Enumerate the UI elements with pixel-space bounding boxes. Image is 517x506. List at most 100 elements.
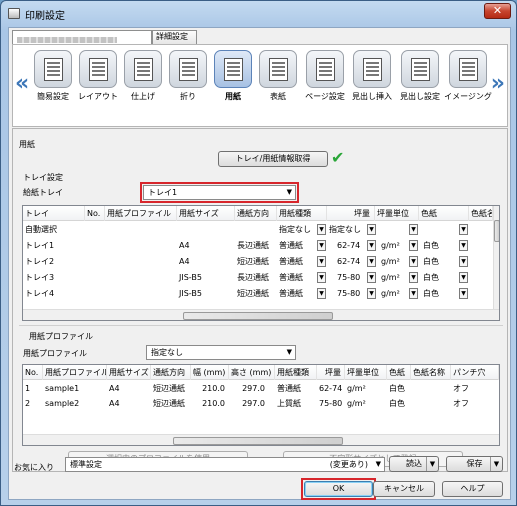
column-header[interactable]: No. [23, 365, 43, 380]
tab-detail-settings[interactable]: 詳細設定 [152, 30, 197, 44]
save-button[interactable]: 保存 ▼ [446, 456, 503, 472]
column-header[interactable]: 高さ (mm) [229, 365, 275, 380]
dropdown-icon[interactable]: ▼ [367, 240, 376, 251]
table-row[interactable]: 自動選択 指定なし ▼ 指定なし ▼ ▼ ▼ [23, 222, 493, 237]
column-header[interactable]: 色紙名 [469, 206, 493, 221]
column-header[interactable]: トレイ [23, 206, 85, 221]
category-tab-settings[interactable]: 見出し設定 [396, 50, 444, 102]
column-header[interactable]: 坪量 [327, 206, 375, 221]
category-layout[interactable]: レイアウト [74, 50, 122, 102]
close-button[interactable]: ✕ [484, 3, 511, 19]
category-label: 簡易設定 [37, 92, 69, 101]
column-header[interactable]: 坪量単位 [375, 206, 419, 221]
category-fold[interactable]: 折り [164, 50, 212, 102]
category-easy-settings[interactable]: 簡易設定 [29, 50, 77, 102]
category-finishing[interactable]: 仕上げ [119, 50, 167, 102]
category-imaging[interactable]: イメージング [444, 50, 492, 102]
column-header[interactable]: 通紙方向 [235, 206, 277, 221]
dropdown-icon[interactable]: ▼ [409, 256, 418, 267]
column-header[interactable]: パンチ穴 [451, 365, 499, 380]
ok-button[interactable]: OK [304, 481, 373, 497]
dropdown-icon[interactable]: ▼ [409, 272, 418, 283]
favorites-select[interactable]: 標準設定 (変更あり) ▼ [65, 457, 385, 472]
paper-color: 白色 [389, 384, 405, 393]
column-header[interactable]: 幅 (mm) [191, 365, 229, 380]
dropdown-icon[interactable]: ▼ [317, 256, 326, 267]
table-row[interactable]: 2 sample2 A4 短辺通紙 210.0 297.0 上質紙 75-80 … [23, 396, 499, 411]
dropdown-icon[interactable]: ▼ [367, 256, 376, 267]
category-label: イメージング [444, 92, 492, 101]
column-header[interactable]: 通紙方向 [151, 365, 191, 380]
weight-unit: g/m² [381, 289, 400, 298]
dropdown-icon[interactable]: ▼ [367, 272, 376, 283]
column-header[interactable]: 色紙 [387, 365, 411, 380]
paper-weight: 62-74 [337, 257, 361, 266]
category-page-settings[interactable]: ページ設定 [301, 50, 349, 102]
dropdown-icon[interactable]: ▼ [459, 288, 468, 299]
tray-table-vscroll[interactable] [493, 206, 499, 309]
column-header[interactable]: No. [85, 206, 105, 221]
color-name [411, 396, 451, 411]
column-header[interactable]: 用紙プロファイル [43, 365, 107, 380]
profile-label: 用紙プロファイル [23, 349, 87, 358]
dropdown-icon[interactable]: ▼ [459, 240, 468, 251]
table-row[interactable]: トレイ1 A4 長辺通紙 普通紙 ▼ 62-74 ▼ g/m² ▼ 白色 ▼ [23, 238, 493, 253]
paper-type: 上質紙 [277, 399, 301, 408]
profile-value: 指定なし [151, 348, 183, 357]
weight-unit: g/m² [347, 399, 366, 408]
scroll-thumb[interactable] [183, 312, 333, 320]
paper-color: 白色 [389, 399, 405, 408]
chevron-down-icon[interactable]: ▼ [426, 457, 438, 471]
feed-tray-select[interactable]: トレイ1 ▼ [143, 185, 296, 200]
dropdown-icon[interactable]: ▼ [459, 224, 468, 235]
category-label: レイアウト [78, 92, 118, 101]
dropdown-icon[interactable]: ▼ [367, 224, 376, 235]
dropdown-icon[interactable]: ▼ [459, 272, 468, 283]
column-header[interactable]: 用紙サイズ [107, 365, 151, 380]
profile-table-hscroll[interactable] [23, 434, 499, 445]
dropdown-icon[interactable]: ▼ [317, 240, 326, 251]
dropdown-icon[interactable]: ▼ [409, 224, 418, 235]
scroll-thumb[interactable] [494, 220, 499, 242]
scroll-right-icon[interactable]: » [491, 71, 505, 96]
profile-select[interactable]: 指定なし ▼ [146, 345, 296, 360]
dropdown-icon[interactable]: ▼ [409, 288, 418, 299]
dropdown-icon[interactable]: ▼ [459, 256, 468, 267]
table-row[interactable]: トレイ3 JIS-B5 長辺通紙 普通紙 ▼ 75-80 ▼ g/m² ▼ 白色… [23, 270, 493, 285]
help-button[interactable]: ヘルプ [442, 481, 503, 497]
scroll-thumb[interactable] [173, 437, 343, 445]
paper-panel: 用紙 トレイ/用紙情報取得 ✔ トレイ設定 給紙トレイ トレイ1 ▼ トレイ N… [12, 128, 508, 472]
cancel-button[interactable]: キャンセル [373, 481, 435, 497]
tray-name: トレイ3 [25, 273, 55, 282]
scroll-left-icon[interactable]: « [15, 71, 29, 96]
load-button[interactable]: 読込 ▼ [389, 456, 439, 472]
column-header[interactable]: 用紙種類 [277, 206, 327, 221]
column-header[interactable]: 坪量 [317, 365, 345, 380]
category-insert-tab[interactable]: 見出し挿入 [348, 50, 396, 102]
divider [19, 325, 503, 326]
column-header[interactable]: 色紙 [419, 206, 469, 221]
tray-table-hscroll[interactable] [23, 309, 499, 320]
title-bar[interactable]: 印刷設定 ✕ [1, 1, 516, 27]
profile-name: sample2 [45, 399, 80, 408]
dropdown-icon[interactable]: ▼ [409, 240, 418, 251]
category-cover[interactable]: 表紙 [254, 50, 302, 102]
column-header[interactable]: 用紙種類 [275, 365, 317, 380]
column-header[interactable]: 用紙プロファイル [105, 206, 177, 221]
category-paper[interactable]: 用紙 [209, 50, 257, 102]
chevron-down-icon[interactable]: ▼ [490, 457, 502, 471]
table-row[interactable]: トレイ2 A4 短辺通紙 普通紙 ▼ 62-74 ▼ g/m² ▼ 白色 ▼ [23, 254, 493, 269]
tab-basic[interactable] [12, 30, 152, 45]
dropdown-icon[interactable]: ▼ [317, 288, 326, 299]
table-row[interactable]: 1 sample1 A4 短辺通紙 210.0 297.0 普通紙 62-74 … [23, 381, 499, 396]
get-tray-info-button[interactable]: トレイ/用紙情報取得 [218, 151, 328, 167]
feed-direction: 短辺通紙 [237, 257, 269, 266]
column-header[interactable]: 用紙サイズ [177, 206, 235, 221]
dropdown-icon[interactable]: ▼ [367, 288, 376, 299]
check-icon: ✔ [331, 148, 345, 167]
column-header[interactable]: 坪量単位 [345, 365, 387, 380]
column-header[interactable]: 色紙名称 [411, 365, 451, 380]
table-row[interactable]: トレイ4 JIS-B5 短辺通紙 普通紙 ▼ 75-80 ▼ g/m² ▼ 白色… [23, 286, 493, 301]
dropdown-icon[interactable]: ▼ [317, 272, 326, 283]
dropdown-icon[interactable]: ▼ [317, 224, 326, 235]
